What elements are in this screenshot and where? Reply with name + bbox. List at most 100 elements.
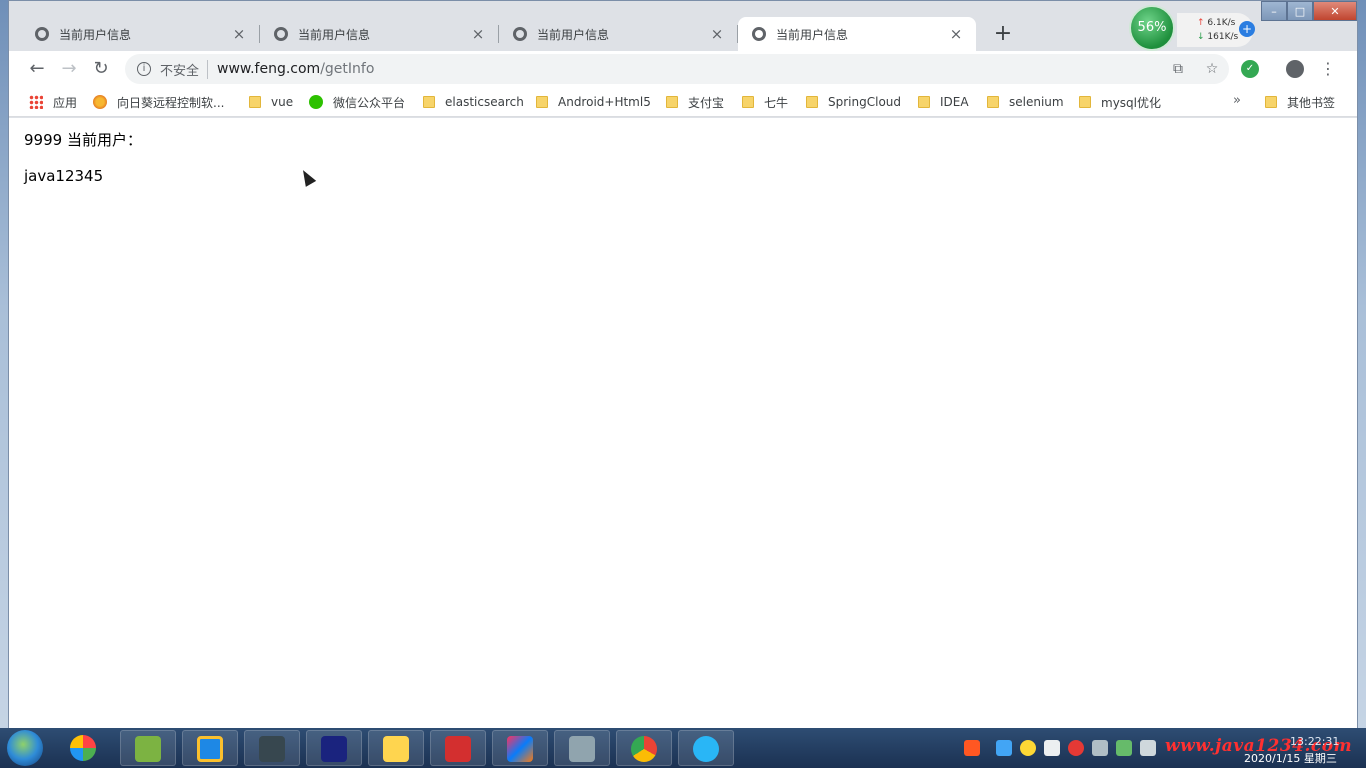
info-icon[interactable]: i: [137, 62, 151, 76]
taskbar: [0, 728, 1366, 768]
clock-time[interactable]: 13:22:31: [1290, 735, 1339, 748]
taskbar-app-11[interactable]: [678, 730, 734, 766]
intellij-icon: [507, 736, 533, 762]
forward-icon[interactable]: →: [53, 53, 85, 85]
network-speed-widget[interactable]: 56% ↑ 6.1K/s ↓ 161K/s +: [1129, 5, 1255, 51]
monitor-icon[interactable]: [1044, 740, 1060, 756]
start-button[interactable]: [4, 728, 48, 768]
mouse-cursor-icon: [297, 167, 317, 187]
sogou-icon[interactable]: [964, 740, 980, 756]
folder-icon: [918, 96, 930, 108]
folder-icon: [249, 96, 261, 108]
navicat-icon: [321, 736, 347, 762]
shield-icon[interactable]: [1116, 740, 1132, 756]
windows-logo-icon: [7, 730, 43, 766]
plus-icon[interactable]: +: [1239, 21, 1255, 37]
taskbar-app-5[interactable]: [306, 730, 362, 766]
browser-window: 当前用户信息 × 当前用户信息 × 当前用户信息 × 当前用户信息 × + 56…: [8, 0, 1358, 729]
tab-title: 当前用户信息: [59, 27, 132, 42]
notepad-icon: [135, 736, 161, 762]
globe-icon: [274, 27, 288, 41]
tab-strip: 当前用户信息 × 当前用户信息 × 当前用户信息 × 当前用户信息 × + 56…: [9, 1, 1357, 51]
bookmark-alipay[interactable]: 支付宝: [666, 93, 724, 111]
remote-desktop-icon: [259, 736, 285, 762]
folder-icon: [987, 96, 999, 108]
bookmark-selenium[interactable]: selenium: [987, 93, 1064, 111]
clock-date[interactable]: 2020/1/15 星期三: [1244, 750, 1337, 766]
taskbar-app-10[interactable]: [616, 730, 672, 766]
taskbar-app-4[interactable]: [244, 730, 300, 766]
taskbar-app-9[interactable]: [554, 730, 610, 766]
account-icon[interactable]: [1286, 60, 1304, 78]
address-bar[interactable]: i 不安全 www.feng.com /getInfo ⧉ ☆: [125, 54, 1229, 84]
globe-icon: [35, 27, 49, 41]
back-icon[interactable]: ←: [21, 53, 53, 85]
taskbar-app-2[interactable]: [120, 730, 176, 766]
security-label[interactable]: 不安全: [160, 59, 209, 79]
close-icon[interactable]: ×: [231, 26, 247, 42]
taskbar-app-1[interactable]: [56, 730, 112, 766]
document-viewer-icon: [569, 736, 595, 762]
bookmark-other[interactable]: 其他书签: [1265, 93, 1335, 111]
reload-icon[interactable]: ↻: [85, 53, 117, 85]
bookmark-wechat[interactable]: 微信公众平台: [309, 93, 405, 111]
current-user-text: java12345: [24, 167, 104, 185]
bookmark-vue[interactable]: vue: [249, 93, 293, 111]
omnibox-actions: ⧉ ☆: [1169, 60, 1221, 78]
star-icon[interactable]: ☆: [1203, 60, 1221, 78]
folder-icon: [423, 96, 435, 108]
folder-icon: [536, 96, 548, 108]
translate-icon[interactable]: ⧉: [1169, 60, 1187, 78]
vmware-icon: [197, 736, 223, 762]
bookmarks-overflow-button[interactable]: »: [1233, 93, 1241, 108]
network-icon[interactable]: [1140, 740, 1156, 756]
redis-icon: [445, 736, 471, 762]
colorful-app-icon: [70, 735, 96, 761]
taskbar-app-3[interactable]: [182, 730, 238, 766]
tab-title: 当前用户信息: [298, 27, 371, 42]
globe-icon: [752, 27, 766, 41]
bookmark-apps[interactable]: 应用: [29, 93, 77, 111]
taskbar-app-8[interactable]: [492, 730, 548, 766]
chrome-icon: [631, 736, 657, 762]
bookmark-springcloud[interactable]: SpringCloud: [806, 93, 901, 111]
bookmark-sunflower[interactable]: 向日葵远程控制软...: [93, 93, 224, 111]
url-path: /getInfo: [320, 61, 375, 77]
tab-4-active[interactable]: 当前用户信息 ×: [738, 17, 976, 51]
tray-plus-icon[interactable]: [1020, 740, 1036, 756]
tab-1[interactable]: 当前用户信息 ×: [21, 17, 260, 51]
bookmark-android-html5[interactable]: Android+Html5: [536, 93, 651, 111]
security-icon[interactable]: [1068, 740, 1084, 756]
taskbar-app-7[interactable]: [430, 730, 486, 766]
wechat-icon: [309, 95, 323, 109]
user-count-text: 9999 当前用户：: [24, 131, 142, 149]
folder-icon: [1079, 96, 1091, 108]
close-icon[interactable]: ×: [470, 26, 486, 42]
folder-icon: [806, 96, 818, 108]
close-icon[interactable]: ×: [709, 26, 725, 42]
extension-icon[interactable]: ✓: [1241, 60, 1259, 78]
tray-app-icon[interactable]: [996, 740, 1012, 756]
close-icon[interactable]: ×: [948, 26, 964, 42]
taskbar-app-6[interactable]: [368, 730, 424, 766]
new-tab-button[interactable]: +: [989, 21, 1017, 49]
page-content: 9999 当前用户： java12345: [9, 118, 1357, 729]
cloud-app-icon: [693, 736, 719, 762]
window-close-button[interactable]: ✕: [1313, 1, 1357, 21]
maximize-button[interactable]: □: [1287, 1, 1313, 21]
bookmarks-bar: 应用 向日葵远程控制软... vue 微信公众平台 elasticsearch …: [9, 87, 1357, 117]
tab-title: 当前用户信息: [537, 27, 610, 42]
net-usage-ball: 56%: [1129, 5, 1175, 51]
usb-icon[interactable]: [1092, 740, 1108, 756]
bookmark-elasticsearch[interactable]: elasticsearch: [423, 93, 524, 111]
tab-3[interactable]: 当前用户信息 ×: [499, 17, 738, 51]
tab-2[interactable]: 当前用户信息 ×: [260, 17, 499, 51]
bookmark-qiniu[interactable]: 七牛: [742, 93, 788, 111]
bookmark-mysql[interactable]: mysql优化: [1079, 93, 1161, 111]
bookmark-idea[interactable]: IDEA: [918, 93, 969, 111]
browser-toolbar: ← → ↻ i 不安全 www.feng.com /getInfo ⧉ ☆ ✓ …: [9, 51, 1357, 87]
menu-icon[interactable]: ⋮: [1319, 58, 1337, 80]
explorer-folder-icon: [383, 736, 409, 762]
minimize-button[interactable]: –: [1261, 1, 1287, 21]
window-controls: – □ ✕: [1261, 1, 1357, 23]
